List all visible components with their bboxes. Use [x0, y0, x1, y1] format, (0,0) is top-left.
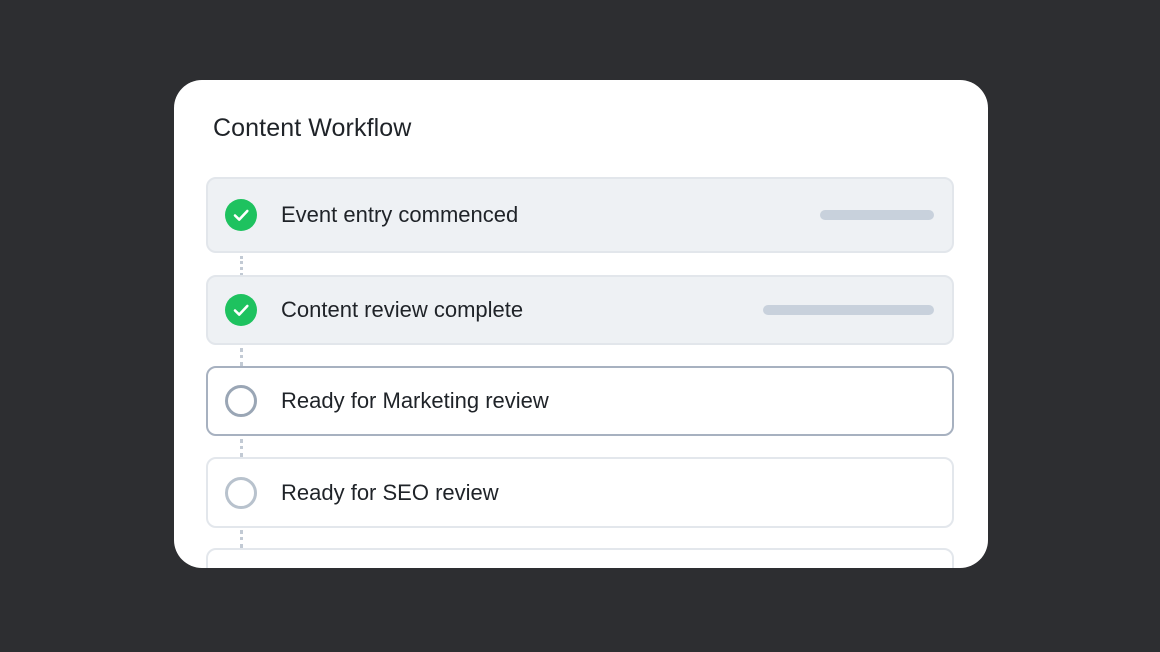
checkmark-circle-icon: [225, 294, 257, 326]
workflow-step-marketing-review[interactable]: Ready for Marketing review: [206, 366, 954, 436]
step-connector: [240, 256, 243, 276]
empty-circle-icon: [225, 476, 257, 509]
step-label: Ready for Marketing review: [281, 388, 549, 413]
placeholder-bar: [763, 305, 934, 315]
workflow-step-next[interactable]: [206, 548, 954, 568]
card-title: Content Workflow: [213, 114, 412, 142]
placeholder-bar: [820, 210, 934, 220]
workflow-step-seo-review[interactable]: Ready for SEO review: [206, 457, 954, 528]
empty-circle-icon: [225, 385, 257, 417]
step-label: Ready for SEO review: [281, 479, 499, 505]
step-connector: [240, 348, 243, 366]
step-connector: [240, 439, 243, 457]
workflow-step-content-review[interactable]: Content review complete: [206, 275, 954, 345]
step-label: Content review complete: [281, 297, 524, 322]
checkmark-circle-icon: [225, 199, 257, 231]
workflow-step-event-entry[interactable]: Event entry commenced: [206, 177, 954, 253]
step-connector: [240, 530, 243, 548]
step-label: Event entry commenced: [281, 202, 519, 227]
workflow-card: Content Workflow Event entry commenced C…: [174, 80, 988, 568]
